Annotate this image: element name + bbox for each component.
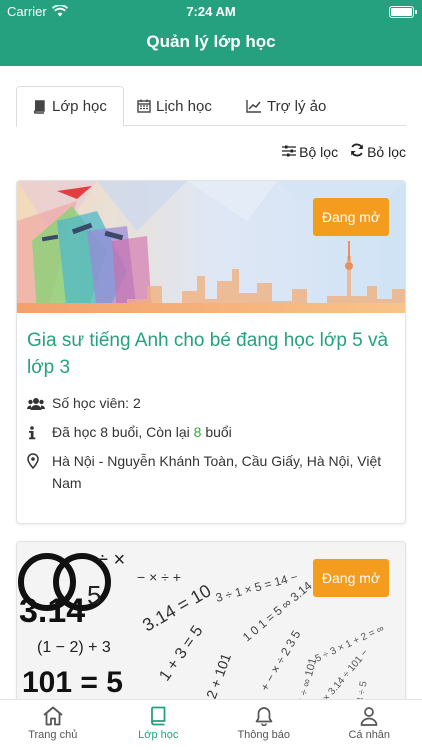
tab-assistant[interactable]: Trợ lý ảo xyxy=(230,86,342,126)
users-icon xyxy=(26,392,52,417)
nav-classes-label: Lớp học xyxy=(138,729,179,741)
svg-text:3.14: 3.14 xyxy=(19,592,85,630)
user-icon xyxy=(359,706,379,729)
tab-schedule-label: Lịch học xyxy=(156,97,212,115)
sliders-icon xyxy=(282,144,297,160)
students-info: Số học viên: 2 xyxy=(26,392,391,417)
clear-filter-button[interactable]: Bỏ lọc xyxy=(350,143,406,160)
progress-info: Đã học 8 buổi, Còn lại 8 buổi xyxy=(27,421,391,446)
progress-text: Đã học 8 buổi, Còn lại 8 buổi xyxy=(52,421,232,446)
nav-profile[interactable]: Cá nhân xyxy=(317,700,422,750)
bell-icon xyxy=(254,706,274,729)
tab-assistant-label: Trợ lý ảo xyxy=(267,97,327,115)
bottom-nav: Trang chủ Lớp học Thông báo Cá nhân xyxy=(0,699,422,750)
nav-notifications-label: Thông báo xyxy=(237,729,291,741)
tab-bar: Lớp học Lịch học Trợ lý ảo xyxy=(16,86,406,127)
class-card[interactable]: Đang mở Gia sư tiếng Anh cho bé đang học… xyxy=(16,180,406,524)
map-marker-icon xyxy=(27,450,52,494)
calendar-icon xyxy=(137,99,151,113)
app-header: Carrier 7:24 AM Quản lý lớp học xyxy=(0,0,422,66)
status-bar: Carrier 7:24 AM xyxy=(0,3,422,21)
location-info: Hà Nội - Nguyễn Khánh Toàn, Cầu Giấy, Hà… xyxy=(27,450,391,494)
nav-classes[interactable]: Lớp học xyxy=(106,700,212,750)
book-icon xyxy=(149,706,167,729)
nav-notifications[interactable]: Thông báo xyxy=(211,700,317,750)
tab-classes-label: Lớp học xyxy=(52,98,107,115)
location-text: Hà Nội - Nguyễn Khánh Toàn, Cầu Giấy, Hà… xyxy=(52,453,382,491)
page-title: Quản lý lớp học xyxy=(146,32,276,51)
status-button[interactable]: Đang mở xyxy=(313,198,389,236)
filter-button[interactable]: Bộ lọc xyxy=(282,143,338,160)
tab-classes[interactable]: Lớp học xyxy=(16,86,124,127)
tab-schedule[interactable]: Lịch học xyxy=(121,86,228,126)
info-icon xyxy=(27,421,52,446)
home-icon xyxy=(42,706,64,729)
book-icon xyxy=(33,99,47,114)
filter-bar: Bộ lọc Bỏ lọc xyxy=(282,143,406,160)
class-title[interactable]: Gia sư tiếng Anh cho bé đang học lớp 5 v… xyxy=(27,327,389,381)
chart-icon xyxy=(246,99,262,113)
clear-filter-label: Bỏ lọc xyxy=(367,143,406,160)
students-count: Số học viên: 2 xyxy=(52,395,141,411)
svg-text:− × ÷ +: − × ÷ + xyxy=(137,569,181,585)
filter-label: Bộ lọc xyxy=(299,143,339,160)
svg-text:101 = 5: 101 = 5 xyxy=(22,666,123,699)
progress-suffix: buổi xyxy=(201,424,232,440)
progress-prefix: Đã học 8 buổi, Còn lại xyxy=(52,424,194,440)
refresh-icon xyxy=(350,143,364,160)
svg-text:(1 − 2) + 3: (1 − 2) + 3 xyxy=(37,639,111,656)
class-banner-image: Đang mở xyxy=(17,181,405,313)
nav-home-label: Trang chủ xyxy=(28,729,78,741)
nav-home[interactable]: Trang chủ xyxy=(0,700,106,750)
status-button[interactable]: Đang mở xyxy=(313,559,389,597)
svg-text:5: 5 xyxy=(87,580,101,610)
svg-text:÷ ×: ÷ × xyxy=(97,549,125,571)
battery-icon xyxy=(389,6,417,18)
clock: 7:24 AM xyxy=(186,4,236,19)
nav-profile-label: Cá nhân xyxy=(348,729,391,741)
